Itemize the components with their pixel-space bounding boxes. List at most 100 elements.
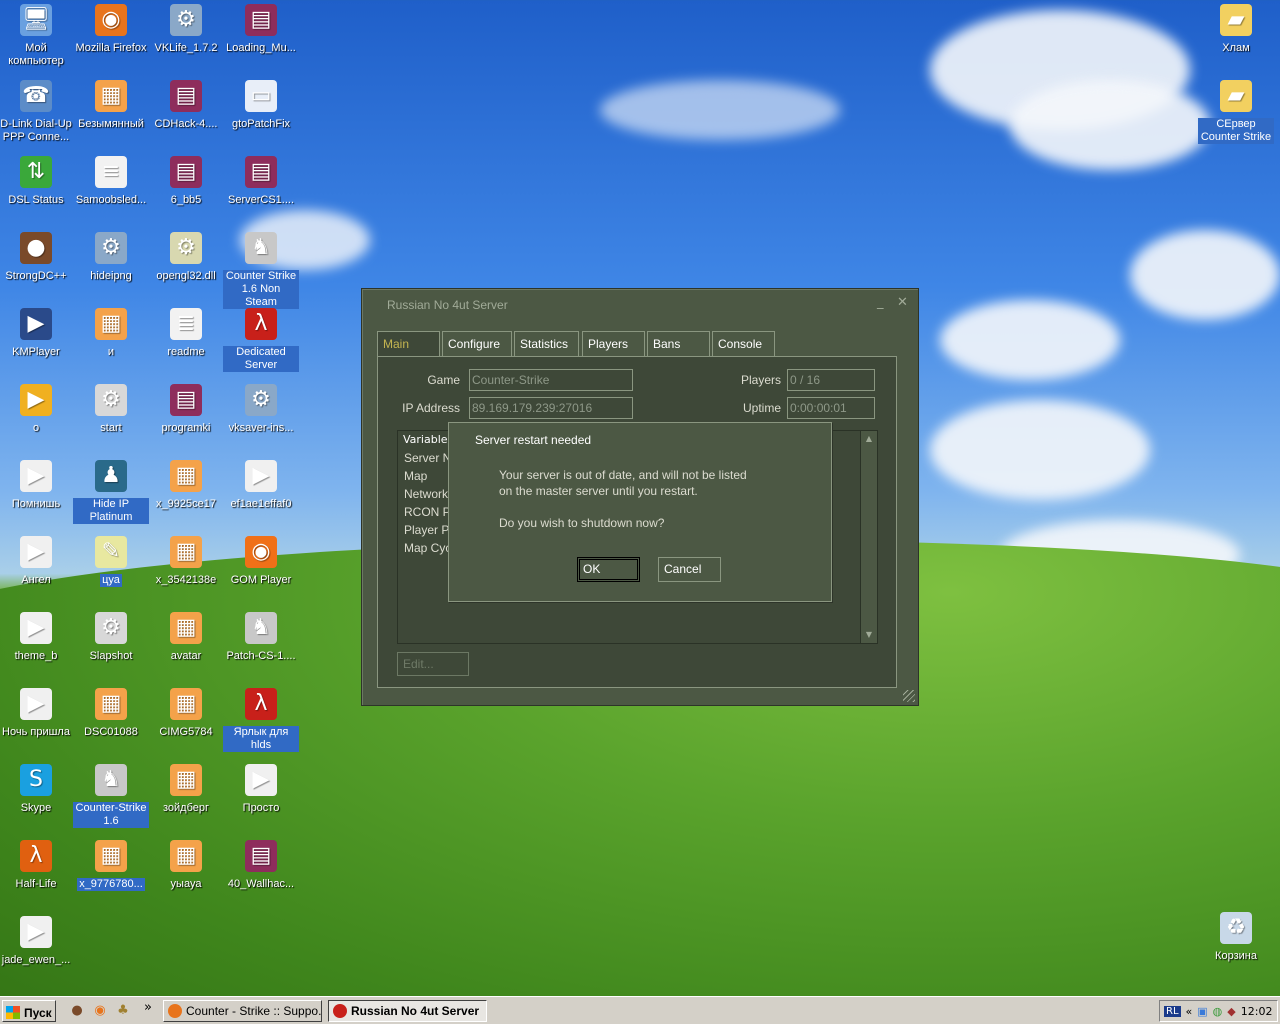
desktop-icon[interactable]: ▶ Просто	[223, 762, 299, 836]
cancel-button[interactable]: Cancel	[658, 557, 721, 582]
desktop-icon[interactable]: ⚙ hideipng	[73, 230, 149, 304]
desktop-icon[interactable]: ▤ ServerCS1....	[223, 154, 299, 228]
desktop-icon[interactable]: ♞ Counter Strike 1.6 Non Steam	[223, 230, 299, 309]
minimize-button[interactable]: _	[877, 295, 884, 310]
desktop-icon[interactable]: S Skype	[0, 762, 74, 836]
list-item[interactable]: Network	[404, 487, 448, 501]
desktop-icon[interactable]: ▦ зойдберг	[148, 762, 224, 836]
tab-configure[interactable]: Configure	[442, 331, 512, 357]
scroll-up-icon[interactable]: ▲	[861, 431, 877, 447]
desktop-icon[interactable]: 🖥 Мой компьютер	[0, 2, 74, 76]
kmplayer-icon: ▶	[20, 308, 52, 340]
desktop-icon[interactable]: ♻ Корзина	[1198, 910, 1274, 984]
quicklaunch-more-button[interactable]: »	[139, 999, 157, 1017]
desktop-icon[interactable]: ▦ DSC01088	[73, 686, 149, 760]
list-item[interactable]: Player P	[404, 523, 449, 537]
desktop-icon[interactable]: ✎ цуа	[73, 534, 149, 608]
desktop-icon[interactable]: ▤ Loading_Mu...	[223, 2, 299, 76]
resize-grip-icon[interactable]	[903, 690, 915, 702]
firefox-quicklaunch-icon[interactable]: ◉	[91, 1002, 109, 1020]
desktop-icon[interactable]: ⚙ vksaver-ins...	[223, 382, 299, 456]
list-item[interactable]: Server N	[404, 451, 451, 465]
taskbar-item-server[interactable]: Russian No 4ut Server	[328, 1000, 487, 1022]
desktop-icon[interactable]: ▰ Хлам	[1198, 2, 1274, 76]
desktop-icon[interactable]: ⚙ VKLife_1.7.2	[148, 2, 224, 76]
desktop-icon[interactable]: ▰ СЕрвер Counter Strike	[1198, 78, 1274, 152]
desktop-icon[interactable]: ▭ gtoPatchFix	[223, 78, 299, 152]
close-button[interactable]: ✕	[897, 295, 908, 310]
start-button[interactable]: Пуск	[2, 1000, 56, 1022]
desktop-icon[interactable]: ♞ Patch-CS-1....	[223, 610, 299, 684]
desktop-icon[interactable]: ⚙ Slapshot	[73, 610, 149, 684]
ok-button[interactable]: OK	[577, 557, 640, 582]
taskbar: Пуск ● ◉ ♣ » Counter - Strike :: Suppo..…	[0, 996, 1280, 1024]
desktop-icon[interactable]: ▤ CDHack-4....	[148, 78, 224, 152]
desktop-icon[interactable]: ▦ x_9776780...	[73, 838, 149, 912]
desktop-icon[interactable]: ▦ уыауа	[148, 838, 224, 912]
desktop-icon[interactable]: ≡ Samoobsled...	[73, 154, 149, 228]
desktop-icon[interactable]: ♟ Hide IP Platinum	[73, 458, 149, 532]
desktop-icon[interactable]: ⚙ opengl32.dll	[148, 230, 224, 304]
desktop-icon[interactable]: ▶ Помнишь	[0, 458, 74, 532]
network-tray-icon[interactable]: ▣	[1197, 1005, 1207, 1018]
desktop-icon[interactable]: ● StrongDC++	[0, 230, 74, 304]
paint-icon: ✎	[95, 536, 127, 568]
desktop-icon[interactable]: λ Dedicated Server	[223, 306, 299, 380]
scroll-down-icon[interactable]: ▼	[861, 627, 877, 643]
desktop-icon[interactable]: ▶ KMPlayer	[0, 306, 74, 380]
desktop-icon[interactable]: ▦ avatar	[148, 610, 224, 684]
list-item[interactable]: Map	[404, 469, 427, 483]
tab-players[interactable]: Players	[582, 331, 645, 357]
desktop-icon[interactable]: ▶ Ангел	[0, 534, 74, 608]
desktop-icon[interactable]: ▶ o	[0, 382, 74, 456]
desktop-icon-label: D-Link Dial-Up PPP Conne...	[0, 118, 72, 143]
desktop-icon[interactable]: ▶ theme_b	[0, 610, 74, 684]
desktop-icon[interactable]: ▦ CIMG5784	[148, 686, 224, 760]
desktop-icon[interactable]: ▦ x_9925ce17	[148, 458, 224, 532]
folder-icon: ▰	[1220, 80, 1252, 112]
variable-column-header[interactable]: Variable	[399, 432, 449, 448]
desktop-icon-label: 6_bb5	[170, 194, 202, 206]
strongdc-quicklaunch-icon[interactable]: ●	[68, 1002, 86, 1020]
desktop-icon[interactable]: ▦ Безымянный	[73, 78, 149, 152]
desktop-icon[interactable]: ◉ Mozilla Firefox	[73, 2, 149, 76]
tab-console[interactable]: Console	[712, 331, 775, 357]
tray-expand-button[interactable]: «	[1186, 1005, 1193, 1018]
desktop-icon-label: vksaver-ins...	[228, 422, 294, 434]
desktop-icon[interactable]: ▤ 6_bb5	[148, 154, 224, 228]
counter-strike-icon: ♞	[245, 612, 277, 644]
desktop-icon[interactable]: ▦ x_3542138e	[148, 534, 224, 608]
tab-main[interactable]: Main	[377, 331, 440, 359]
desktop-icon[interactable]: ▶ Ночь пришла	[0, 686, 74, 760]
tab-statistics[interactable]: Statistics	[514, 331, 579, 357]
desktop-icon[interactable]: ≣ readme	[148, 306, 224, 380]
list-scrollbar[interactable]: ▲ ▼	[860, 431, 877, 643]
desktop-icon[interactable]: ▦ и	[73, 306, 149, 380]
app-tray-icon[interactable]: ◆	[1227, 1005, 1235, 1018]
tab-bans[interactable]: Bans	[647, 331, 710, 357]
taskbar-item-browser[interactable]: Counter - Strike :: Suppo...	[163, 1000, 322, 1022]
skype-tray-icon[interactable]: ◍	[1213, 1005, 1223, 1018]
desktop-icon-label: ef1ae1effaf0	[230, 498, 292, 510]
desktop-icon-label: зойдберг	[162, 802, 210, 814]
desktop-icon[interactable]: ⇅ DSL Status	[0, 154, 74, 228]
computer-icon: 🖥	[20, 4, 52, 36]
desktop-icon[interactable]: ☎ D-Link Dial-Up PPP Conne...	[0, 78, 74, 152]
image-file-icon: ▦	[95, 80, 127, 112]
edit-button[interactable]: Edit...	[397, 652, 469, 676]
clock[interactable]: 12:02	[1241, 1005, 1273, 1018]
app-quicklaunch-icon[interactable]: ♣	[114, 1002, 132, 1020]
desktop-icon[interactable]: λ Half-Life	[0, 838, 74, 912]
desktop-icon[interactable]: ▶ ef1ae1effaf0	[223, 458, 299, 532]
language-indicator[interactable]: RL	[1164, 1005, 1181, 1017]
desktop-icon[interactable]: ▤ 40_Wallhac...	[223, 838, 299, 912]
desktop-icon[interactable]: ◉ GOM Player	[223, 534, 299, 608]
desktop-icon[interactable]: ⚙ start	[73, 382, 149, 456]
image-file-icon: ▦	[95, 688, 127, 720]
desktop-icon[interactable]: λ Ярлык для hlds	[223, 686, 299, 760]
desktop-icon[interactable]: ▶ jade_ewen_...	[0, 914, 74, 988]
desktop-icon[interactable]: ♞ Counter-Strike 1.6	[73, 762, 149, 836]
desktop-icon[interactable]: ▤ programki	[148, 382, 224, 456]
strongdc-icon: ●	[20, 232, 52, 264]
list-item[interactable]: Map Cyc	[404, 541, 451, 555]
